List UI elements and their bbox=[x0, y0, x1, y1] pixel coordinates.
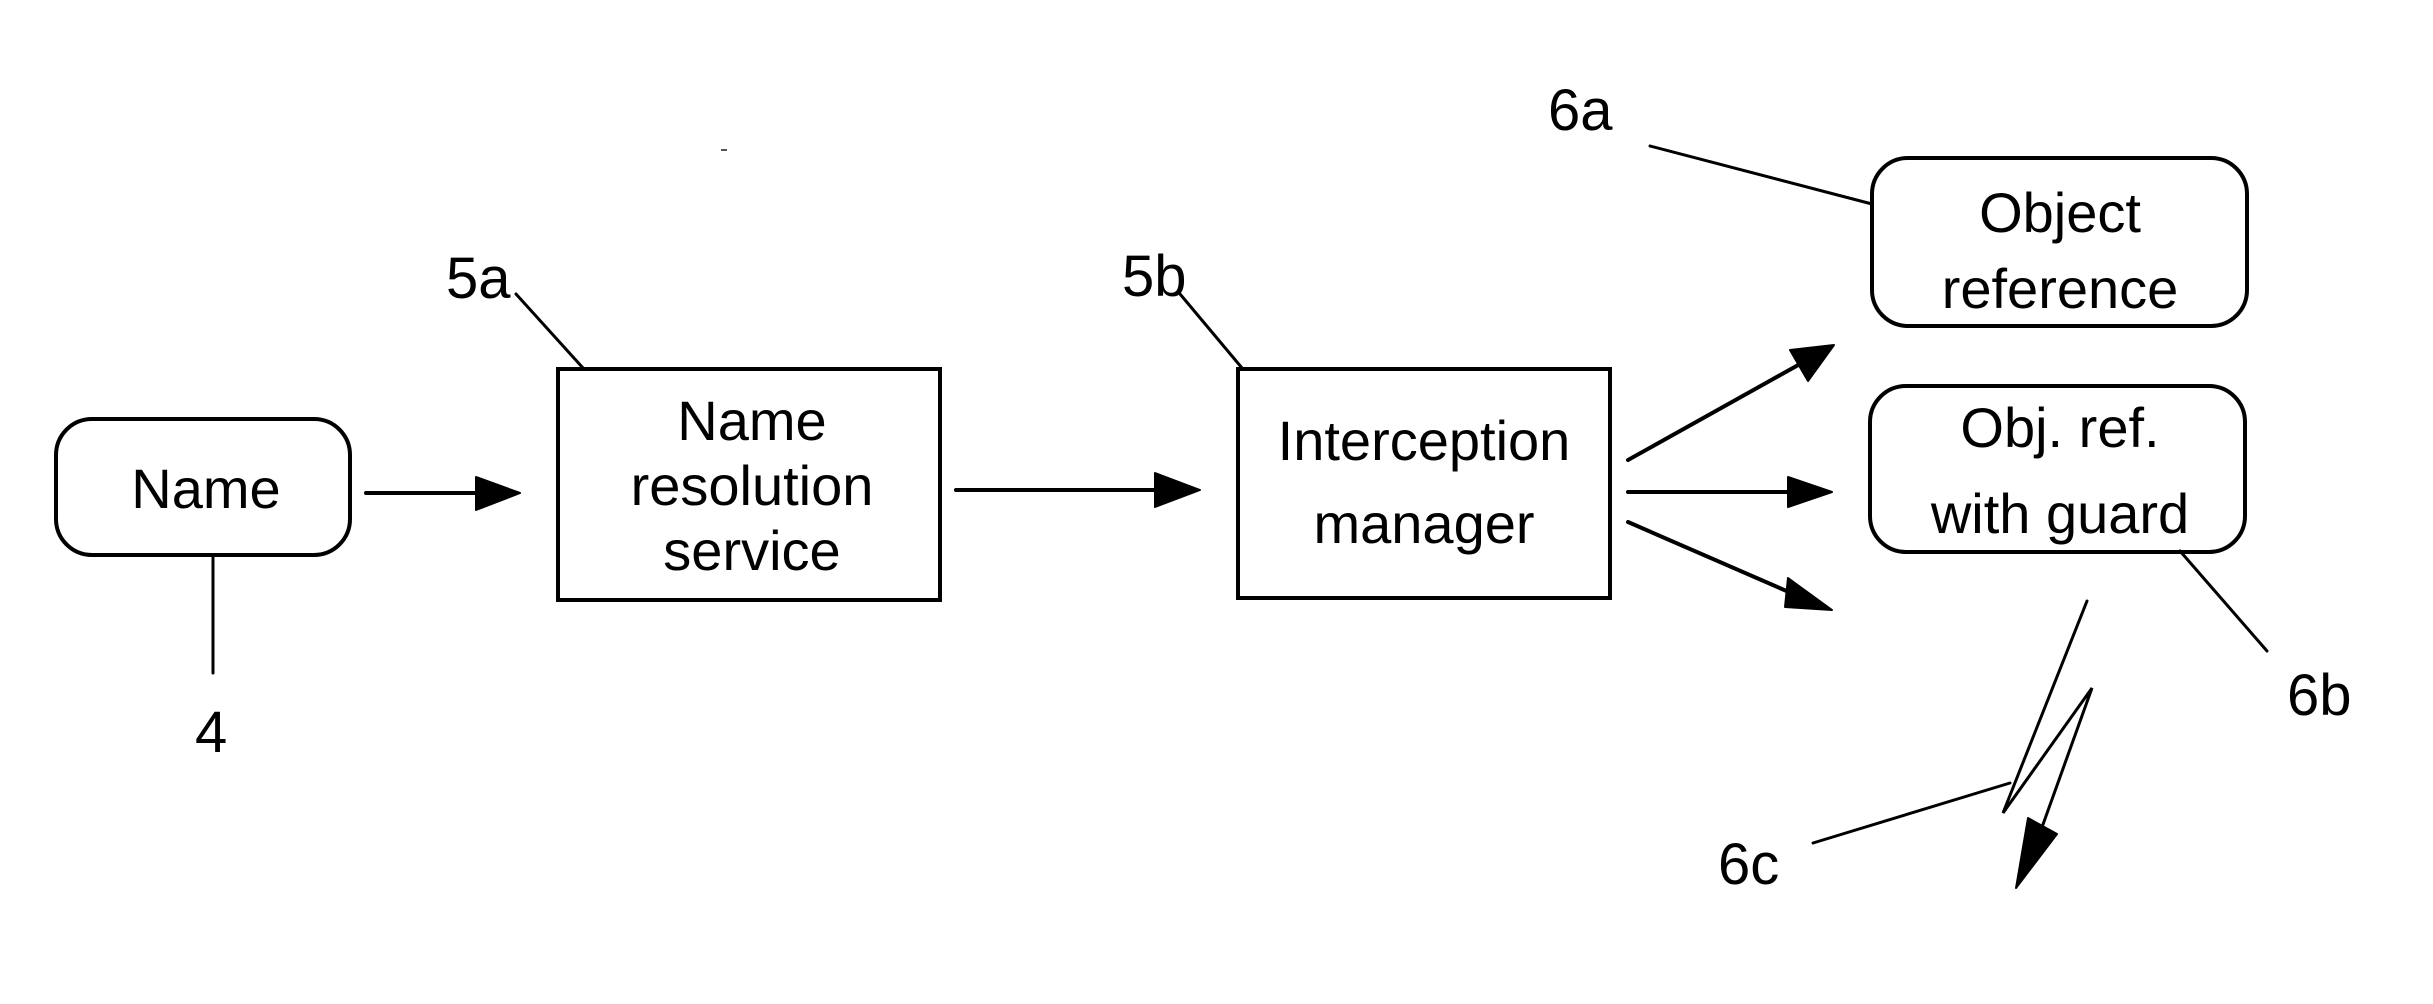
arrow-shaft bbox=[1626, 520, 1800, 598]
ref-label-5a: 5a bbox=[446, 246, 511, 311]
name-box-label: Name bbox=[131, 457, 280, 520]
object-reference-line-2: reference bbox=[1942, 257, 2179, 320]
name-resolution-service-line-3: service bbox=[663, 519, 840, 582]
arrow-shaft bbox=[1626, 362, 1802, 462]
ref-5b-leader bbox=[1178, 292, 1244, 370]
arrowhead-icon bbox=[1154, 472, 1201, 508]
ref-6a-leader bbox=[1648, 144, 1874, 206]
node-name-resolution-service: Name resolution service bbox=[556, 367, 942, 602]
scan-speck bbox=[721, 149, 727, 151]
ref-label-4: 4 bbox=[195, 700, 227, 765]
node-obj-ref-with-guard: Obj. ref. with guard bbox=[1868, 384, 2247, 554]
edge-interception-to-object-reference bbox=[1626, 344, 1835, 462]
flow-diagram: Name 4 Name resolution service 5a Interc… bbox=[54, 78, 2352, 897]
interception-manager-line-2: manager bbox=[1313, 492, 1534, 555]
lightning-arrow-icon bbox=[2001, 599, 2094, 889]
interception-manager-line-1: Interception bbox=[1278, 409, 1571, 472]
arrowhead-icon bbox=[1789, 344, 1835, 382]
ref-label-6c: 6c bbox=[1718, 832, 1779, 897]
edge-interception-to-exception bbox=[1626, 520, 1833, 611]
ref-6b-leader bbox=[2178, 549, 2269, 653]
arrowhead-icon bbox=[1787, 476, 1833, 508]
edge-resolution-to-interception bbox=[954, 472, 1201, 508]
object-reference-line-1: Object bbox=[1979, 181, 2141, 244]
ref-label-5b: 5b bbox=[1122, 244, 1187, 309]
arrowhead-icon bbox=[2015, 817, 2058, 889]
name-resolution-service-line-2: resolution bbox=[631, 454, 874, 517]
ref-label-6b: 6b bbox=[2287, 663, 2352, 728]
edge-name-to-resolution bbox=[364, 476, 521, 511]
ref-6c-leader bbox=[1811, 781, 2012, 845]
lightning-bolt-path bbox=[2001, 599, 2094, 832]
ref-5a-leader bbox=[514, 292, 585, 370]
arrowhead-icon bbox=[1784, 577, 1833, 611]
arrowhead-icon bbox=[475, 476, 521, 511]
ref-label-6a: 6a bbox=[1548, 78, 1613, 143]
edge-interception-to-obj-ref-with-guard bbox=[1626, 476, 1833, 508]
name-resolution-service-line-1: Name bbox=[677, 389, 826, 452]
interception-manager-box bbox=[1236, 367, 1612, 600]
node-name: Name bbox=[54, 417, 352, 557]
node-interception-manager: Interception manager bbox=[1236, 367, 1612, 600]
obj-ref-with-guard-line-1: Obj. ref. bbox=[1960, 396, 2159, 459]
node-object-reference: Object reference bbox=[1870, 156, 2249, 328]
obj-ref-with-guard-line-2: with guard bbox=[1930, 482, 2189, 545]
